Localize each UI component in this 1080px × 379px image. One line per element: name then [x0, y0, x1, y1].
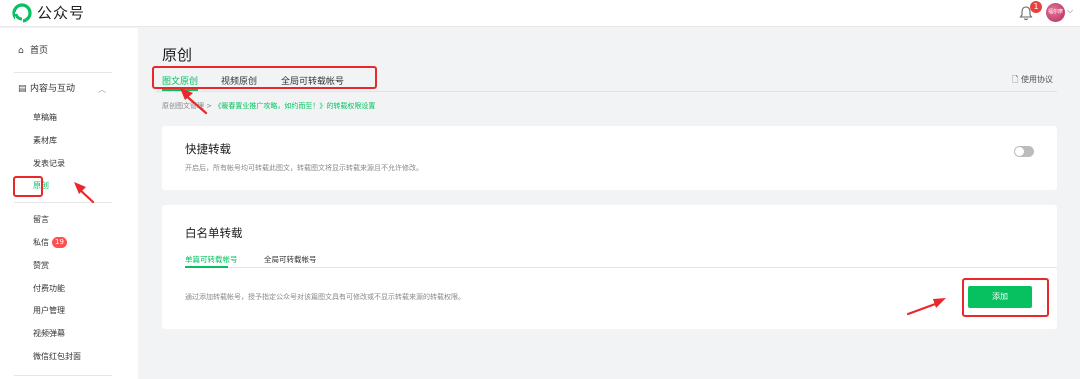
sidebar-item-materials[interactable]: 素材库	[33, 135, 57, 147]
tab-single-repost-accounts[interactable]: 单篇可转载帐号	[185, 254, 238, 265]
quick-repost-title: 快捷转载	[185, 142, 231, 156]
wechat-mp-logo-icon[interactable]	[12, 3, 32, 23]
brand-name: 公众号	[37, 4, 86, 22]
sidebar: ⌂ 首页 ▤ 内容与互动 ︿ 草稿箱 素材库 发表记录 原创 留言 私信 19 赞赏 …	[0, 28, 138, 379]
sidebar-item-paid-features[interactable]: 付费功能	[33, 283, 65, 295]
sidebar-item-video-danmaku[interactable]: 视频弹幕	[33, 328, 65, 340]
sidebar-divider	[14, 202, 112, 203]
messages-count-badge: 19	[52, 237, 67, 248]
home-icon: ⌂	[18, 46, 24, 56]
usage-agreement-link[interactable]: 🗋 使用协议	[1012, 74, 1053, 88]
annotation-box-original	[13, 176, 43, 197]
quick-repost-card: 快捷转载 开启后，所有帐号均可转载此图文，转载图文将显示转载来源且不允许修改。	[162, 126, 1057, 190]
sidebar-item-drafts[interactable]: 草稿箱	[33, 112, 57, 124]
sidebar-item-home[interactable]: ⌂ 首页	[18, 45, 48, 57]
active-tab-indicator	[162, 89, 198, 91]
notification-badge: 1	[1030, 1, 1042, 13]
breadcrumb-current: 《暖春置业推广攻略，如约而至！》的转载权限设置	[214, 102, 376, 110]
chevron-up-icon[interactable]: ︿	[98, 84, 106, 95]
whitelist-repost-card: 白名单转载 单篇可转载帐号 全局可转载帐号 通过添加转载帐号，授予指定公众号对该…	[162, 205, 1057, 329]
sidebar-divider	[14, 72, 112, 73]
annotation-box-add	[962, 278, 1049, 317]
breadcrumb-root[interactable]: 原创图文管理	[162, 102, 204, 110]
sidebar-item-appreciation[interactable]: 赞赏	[33, 260, 49, 272]
avatar-logo-text: 福尔摩斯	[1047, 9, 1063, 15]
sidebar-item-red-packet-cover[interactable]: 微信红包封面	[33, 351, 81, 363]
avatar[interactable]: 福尔摩斯	[1046, 3, 1065, 22]
quick-repost-toggle[interactable]	[1014, 146, 1034, 157]
breadcrumb-separator: >	[206, 102, 213, 110]
quick-repost-description: 开启后，所有帐号均可转载此图文，转载图文将显示转载来源且不允许修改。	[185, 164, 423, 172]
sidebar-item-publish-records[interactable]: 发表记录	[33, 158, 65, 170]
top-bar: 公众号 1 福尔摩斯 ⌵	[0, 0, 1080, 27]
sidebar-item-messages[interactable]: 私信 19	[33, 237, 67, 249]
page-title: 原创	[162, 46, 193, 64]
toggle-knob	[1015, 147, 1024, 156]
subtabs-divider	[185, 267, 1057, 268]
document-icon: 🗋	[1012, 75, 1019, 84]
whitelist-description: 通过添加转载帐号，授予指定公众号对该篇图文具有可修改或不显示转载来源的转载权限。	[185, 293, 465, 301]
tabs-divider	[156, 91, 1057, 92]
breadcrumb: 原创图文管理 > 《暖春置业推广攻略，如约而至！》的转载权限设置	[162, 101, 375, 111]
tab-global-repost-accounts[interactable]: 全局可转载帐号	[264, 254, 317, 265]
active-subtab-indicator	[185, 266, 228, 268]
annotation-box-tabs	[152, 66, 377, 89]
sidebar-group-content[interactable]: ▤ 内容与互动	[18, 83, 75, 95]
sidebar-item-user-management[interactable]: 用户管理	[33, 305, 65, 317]
chevron-down-icon[interactable]: ⌵	[1067, 6, 1073, 16]
sidebar-item-comments[interactable]: 留言	[33, 214, 49, 226]
sidebar-divider	[14, 375, 112, 376]
document-icon: ▤	[18, 84, 27, 94]
whitelist-title: 白名单转载	[185, 226, 243, 240]
